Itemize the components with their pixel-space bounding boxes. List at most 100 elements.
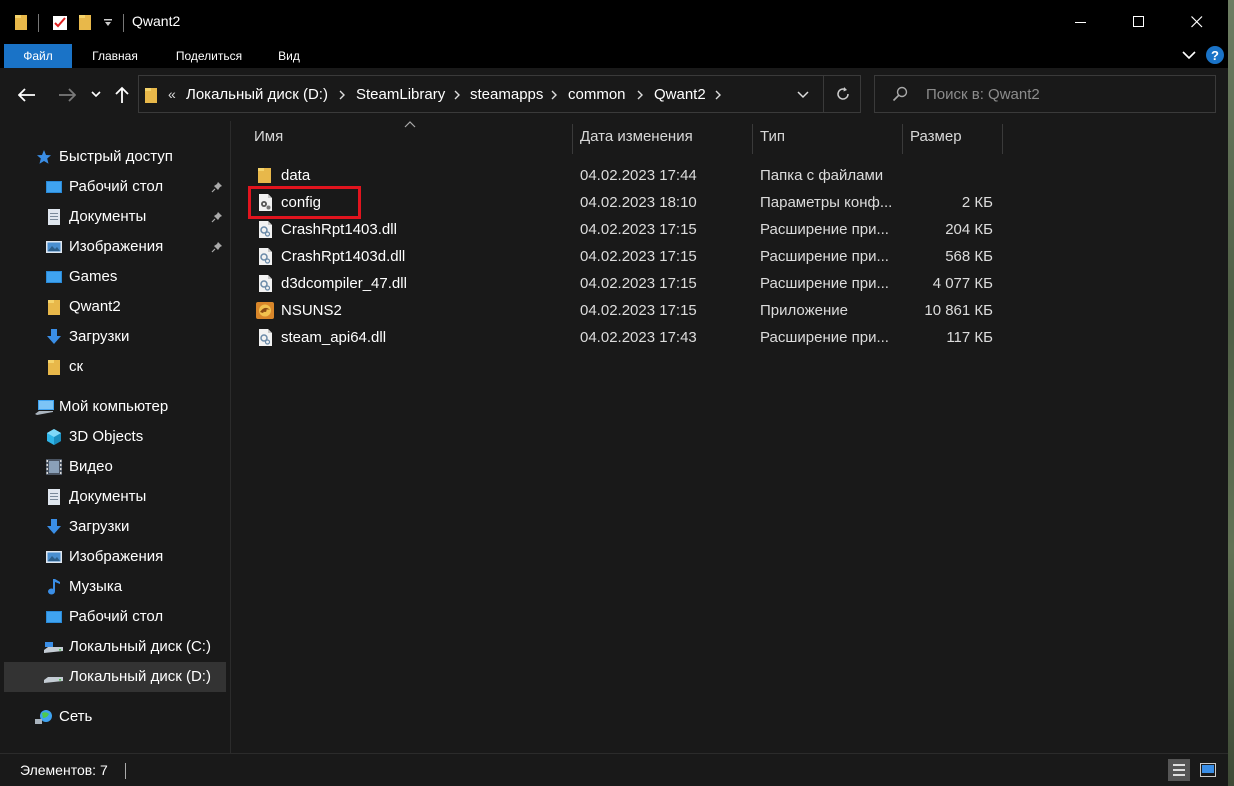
search-box[interactable]: Поиск в: Qwant2: [874, 75, 1216, 113]
sidebar-item-3d-objects[interactable]: 3D Objects: [0, 422, 229, 452]
file-size: 10 861 КБ: [924, 302, 993, 319]
tab-share[interactable]: Поделиться: [164, 44, 254, 68]
column-divider[interactable]: [752, 124, 753, 154]
large-icons-view-button[interactable]: [1197, 759, 1219, 781]
file-date: 04.02.2023 17:15: [580, 248, 697, 265]
chevron-right-icon[interactable]: [339, 90, 346, 100]
file-row-d3dcompiler[interactable]: d3dcompiler_47.dll 04.02.2023 17:15 Расш…: [231, 270, 1226, 297]
column-header-size[interactable]: Размер: [910, 121, 962, 153]
sidebar-item-label: Документы: [69, 208, 147, 225]
search-placeholder[interactable]: Поиск в: Qwant2: [926, 86, 1040, 103]
file-row-nsuns2[interactable]: NSUNS2 04.02.2023 17:15 Приложение 10 86…: [231, 297, 1226, 324]
details-view-button[interactable]: [1168, 759, 1190, 781]
tab-home[interactable]: Главная: [80, 44, 150, 68]
chevron-right-icon[interactable]: [454, 90, 461, 100]
pin-icon[interactable]: [211, 241, 223, 253]
column-divider[interactable]: [572, 124, 573, 154]
documents-icon: [48, 209, 60, 225]
back-button[interactable]: [16, 84, 38, 106]
file-row-data[interactable]: data 04.02.2023 17:44 Папка с файлами: [231, 162, 1226, 189]
arrow-right-icon: [59, 88, 76, 102]
column-header-type[interactable]: Тип: [760, 121, 785, 153]
sidebar-item-games[interactable]: Games: [0, 262, 229, 292]
sidebar-item-downloads[interactable]: Загрузки: [0, 322, 229, 352]
minimize-button[interactable]: [1058, 0, 1104, 44]
forward-button[interactable]: [56, 84, 78, 106]
folder-icon: [145, 88, 157, 103]
sidebar-item-documents[interactable]: Документы: [0, 202, 229, 232]
sidebar-item-qwant2[interactable]: Qwant2: [0, 292, 229, 322]
chevron-down-icon: [91, 90, 101, 97]
breadcrumb-drive-d[interactable]: Локальный диск (D:): [186, 86, 328, 103]
tab-file[interactable]: Файл: [4, 44, 72, 68]
sidebar-item-desktop-pc[interactable]: Рабочий стол: [0, 602, 229, 632]
quick-access[interactable]: Быстрый доступ: [0, 142, 229, 172]
sidebar-item-label: 3D Objects: [69, 428, 144, 445]
file-size: 2 КБ: [961, 194, 993, 211]
pin-icon[interactable]: [211, 181, 223, 193]
sidebar-item-documents-pc[interactable]: Документы: [0, 482, 229, 512]
maximize-button[interactable]: [1116, 0, 1162, 44]
sidebar-item-label: Изображения: [69, 548, 164, 565]
file-row-steam-api64[interactable]: steam_api64.dll 04.02.2023 17:43 Расшире…: [231, 324, 1226, 351]
sidebar-item-video[interactable]: Видео: [0, 452, 229, 482]
sidebar-item-desktop[interactable]: Рабочий стол: [0, 172, 229, 202]
close-button[interactable]: [1174, 0, 1220, 44]
column-header-date[interactable]: Дата изменения: [580, 121, 693, 153]
sidebar-item-downloads-pc[interactable]: Загрузки: [0, 512, 229, 542]
drive-d-icon: [44, 677, 63, 683]
chevron-right-icon[interactable]: [715, 90, 722, 100]
chevron-right-icon[interactable]: [637, 90, 644, 100]
network-icon: [35, 710, 52, 724]
sidebar-item-pictures[interactable]: Изображения: [0, 232, 229, 262]
search-icon: [892, 86, 908, 102]
sidebar-item-drive-d[interactable]: Локальный диск (D:): [4, 662, 226, 692]
file-date: 04.02.2023 17:44: [580, 167, 697, 184]
chevron-right-icon[interactable]: [551, 90, 558, 100]
overflow-chevron[interactable]: «: [168, 86, 176, 102]
title-separator: [123, 14, 124, 32]
address-divider: [823, 76, 824, 112]
column-header-name[interactable]: Имя: [254, 121, 283, 153]
file-row-config[interactable]: config 04.02.2023 18:10 Параметры конф..…: [231, 189, 1226, 216]
downloads-icon: [47, 329, 61, 344]
sidebar-item-drive-c[interactable]: Локальный диск (C:): [0, 632, 229, 662]
properties-icon[interactable]: [52, 13, 68, 31]
help-icon[interactable]: ?: [1206, 46, 1224, 64]
app-icon: [256, 302, 274, 319]
address-dropdown-icon[interactable]: [797, 91, 809, 99]
file-type: Параметры конф...: [760, 194, 893, 211]
file-row-crashrpt1403d[interactable]: CrashRpt1403d.dll 04.02.2023 17:15 Расши…: [231, 243, 1226, 270]
drive-c-icon: [44, 642, 63, 653]
breadcrumb-steamapps[interactable]: steamapps: [470, 86, 543, 103]
breadcrumb-steamlibrary[interactable]: SteamLibrary: [356, 86, 445, 103]
refresh-icon[interactable]: [835, 86, 851, 102]
expand-ribbon-icon[interactable]: [1182, 50, 1196, 60]
up-button[interactable]: [112, 84, 132, 106]
breadcrumb-qwant2[interactable]: Qwant2: [654, 86, 706, 103]
file-size: 204 КБ: [945, 221, 993, 238]
file-row-crashrpt1403[interactable]: CrashRpt1403.dll 04.02.2023 17:15 Расшир…: [231, 216, 1226, 243]
sidebar-item-sk[interactable]: ск: [0, 352, 229, 382]
sidebar-item-label: Загрузки: [69, 518, 130, 535]
video-icon: [46, 459, 62, 475]
address-bar[interactable]: « Локальный диск (D:) SteamLibrary steam…: [138, 75, 861, 113]
sidebar-item-label: Games: [69, 268, 118, 285]
pin-icon[interactable]: [211, 211, 223, 223]
column-divider[interactable]: [1002, 124, 1003, 154]
sidebar-item-pictures-pc[interactable]: Изображения: [0, 542, 229, 572]
customize-quick-access-icon[interactable]: [103, 18, 113, 28]
tab-view[interactable]: Вид: [266, 44, 312, 68]
title-separator: [38, 14, 39, 32]
column-headers: Имя Дата изменения Тип Размер: [231, 121, 1228, 154]
network[interactable]: Сеть: [0, 702, 229, 732]
dll-file-icon: [259, 275, 272, 292]
file-date: 04.02.2023 17:15: [580, 302, 697, 319]
file-date: 04.02.2023 17:15: [580, 221, 697, 238]
breadcrumb-common[interactable]: common: [568, 86, 626, 103]
new-folder-icon[interactable]: [78, 13, 92, 31]
recent-locations-button[interactable]: [88, 86, 104, 102]
sidebar-item-music[interactable]: Музыка: [0, 572, 229, 602]
column-divider[interactable]: [902, 124, 903, 154]
this-pc[interactable]: Мой компьютер: [0, 392, 229, 422]
